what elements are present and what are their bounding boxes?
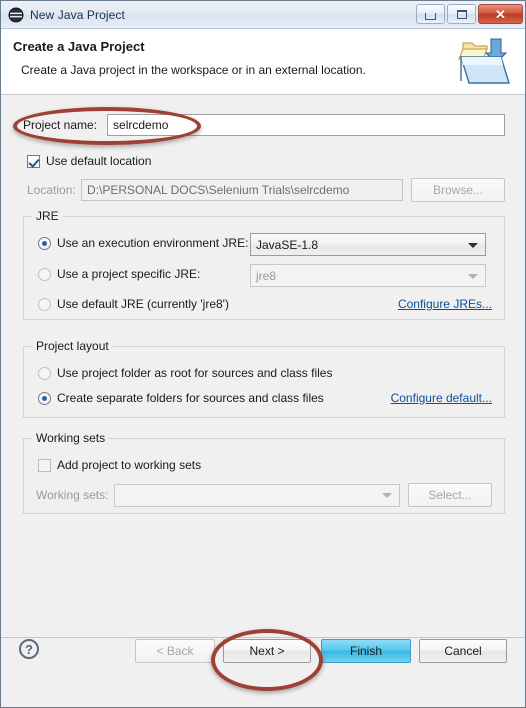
page-title: Create a Java Project: [13, 39, 145, 54]
layout-project-folder-radio[interactable]: [38, 366, 51, 380]
project-name-row: Project name:: [23, 114, 505, 136]
execution-environment-value: JavaSE-1.8: [256, 237, 319, 252]
jre-execution-environment-radio[interactable]: [38, 236, 51, 250]
eclipse-sphere-icon: [8, 7, 24, 23]
location-input[interactable]: D:\PERSONAL DOCS\Selenium Trials\selrcde…: [81, 179, 403, 201]
add-to-working-sets-checkbox[interactable]: [38, 458, 51, 472]
configure-default-link[interactable]: Configure default...: [391, 391, 492, 405]
maximize-button[interactable]: [447, 4, 476, 24]
location-label: Location:: [27, 183, 76, 197]
jre-option-execution-environment[interactable]: Use an execution environment JRE:: [38, 236, 248, 250]
next-button[interactable]: Next >: [223, 639, 311, 663]
layout-separate-folders-label: Create separate folders for sources and …: [57, 391, 324, 405]
minimize-icon: [425, 12, 436, 20]
execution-environment-combo[interactable]: JavaSE-1.8: [250, 233, 486, 256]
layout-option-project-folder[interactable]: Use project folder as root for sources a…: [38, 366, 332, 380]
select-working-sets-button[interactable]: Select...: [408, 483, 492, 507]
close-icon: ✕: [495, 6, 506, 22]
layout-option-separate-folders[interactable]: Create separate folders for sources and …: [38, 391, 324, 405]
new-java-project-dialog: New Java Project ✕ Create a Java Project…: [0, 0, 526, 708]
jre-default-label: Use default JRE (currently 'jre8'): [57, 297, 229, 311]
jre-group: JRE Use an execution environment JRE: Ja…: [23, 209, 505, 320]
dialog-body: Project name: Use default location Locat…: [1, 96, 525, 638]
page-description: Create a Java project in the workspace o…: [21, 63, 366, 77]
back-button[interactable]: < Back: [135, 639, 215, 663]
jre-project-specific-radio[interactable]: [38, 267, 51, 281]
window-title: New Java Project: [30, 7, 125, 22]
configure-jres-link[interactable]: Configure JREs...: [398, 297, 492, 311]
jre-project-specific-label: Use a project specific JRE:: [57, 267, 201, 281]
working-sets-group: Working sets Add project to working sets…: [23, 431, 505, 514]
working-sets-row: Working sets: Select...: [36, 483, 492, 507]
chevron-down-icon: [382, 493, 392, 498]
project-name-label: Project name:: [23, 118, 98, 132]
chevron-down-icon: [468, 242, 478, 248]
location-row: Location: D:\PERSONAL DOCS\Selenium Tria…: [27, 178, 505, 202]
working-sets-label: Working sets:: [36, 488, 109, 502]
help-icon[interactable]: ?: [19, 639, 39, 659]
finish-button[interactable]: Finish: [321, 639, 411, 663]
working-sets-group-title: Working sets: [32, 431, 110, 445]
use-default-location-label: Use default location: [46, 154, 152, 168]
add-to-working-sets-row[interactable]: Add project to working sets: [38, 458, 201, 472]
browse-button[interactable]: Browse...: [411, 178, 505, 202]
project-layout-group: Project layout Use project folder as roo…: [23, 339, 505, 418]
jre-execution-environment-label: Use an execution environment JRE:: [57, 236, 249, 250]
minimize-button[interactable]: [416, 4, 445, 24]
title-bar: New Java Project ✕: [1, 1, 525, 29]
wizard-header: Create a Java Project Create a Java proj…: [1, 29, 525, 95]
project-layout-group-title: Project layout: [32, 339, 113, 353]
jre-option-project-specific[interactable]: Use a project specific JRE:: [38, 267, 200, 281]
layout-separate-folders-radio[interactable]: [38, 391, 51, 405]
layout-project-folder-label: Use project folder as root for sources a…: [57, 366, 333, 380]
working-sets-combo[interactable]: [114, 483, 400, 507]
jre-option-default[interactable]: Use default JRE (currently 'jre8'): [38, 297, 229, 311]
use-default-location-checkbox[interactable]: [27, 154, 40, 168]
new-java-project-folder-icon: [457, 35, 515, 89]
cancel-button[interactable]: Cancel: [419, 639, 507, 663]
jre-default-radio[interactable]: [38, 297, 51, 311]
chevron-down-icon: [468, 273, 478, 279]
add-to-working-sets-label: Add project to working sets: [57, 458, 202, 472]
project-jre-combo[interactable]: jre8: [250, 264, 486, 287]
close-button[interactable]: ✕: [478, 4, 523, 24]
jre-group-title: JRE: [32, 209, 63, 223]
maximize-icon: [456, 9, 467, 19]
use-default-location-row[interactable]: Use default location: [27, 154, 151, 168]
project-name-input[interactable]: [107, 114, 505, 136]
window-controls: ✕: [416, 4, 523, 24]
project-jre-value: jre8: [256, 268, 277, 283]
